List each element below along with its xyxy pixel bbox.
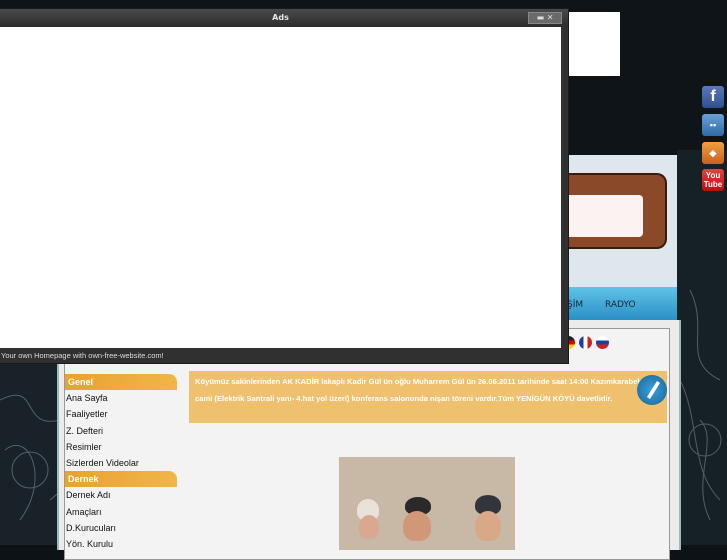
windows-live-icon[interactable]: ◆ — [702, 142, 724, 164]
ads-window: Ads ▬ ✕ Your own Homepage with own-free-… — [0, 8, 569, 364]
sidebar-item-resimler[interactable]: Resimler — [65, 439, 177, 455]
person-face — [359, 515, 379, 539]
person-face — [475, 511, 501, 541]
sidebar-item-faaliyetler[interactable]: Faaliyetler — [65, 406, 177, 422]
facebook-icon[interactable]: f — [702, 86, 724, 108]
sidebar-item-videolar[interactable]: Sizlerden Videolar — [65, 455, 177, 471]
nav-item-sim[interactable]: ŞİM — [567, 300, 583, 310]
myspace-icon[interactable]: ▪▪ — [702, 114, 724, 136]
sidebar: Genel Ana Sayfa Faaliyetler Z. Defteri R… — [65, 374, 177, 553]
white-panel — [566, 12, 620, 76]
person-face — [403, 511, 431, 541]
sidebar-item-kuruculari[interactable]: D.Kurucuları — [65, 520, 177, 536]
ads-content[interactable] — [0, 27, 561, 348]
window-controls[interactable]: ▬ ✕ — [528, 12, 562, 24]
ads-footer-link[interactable]: Your own Homepage with own-free-website.… — [0, 349, 568, 363]
news-photo[interactable] — [339, 457, 515, 550]
nav-bar: ŞİM RADYO — [565, 287, 677, 320]
sign-panel — [565, 195, 643, 237]
announcement: Köyümüz sakinlerinden AK KADİR lakaplı K… — [189, 371, 667, 423]
russian-flag-icon[interactable] — [595, 336, 609, 349]
french-flag-icon[interactable] — [578, 336, 592, 349]
pencil-icon — [637, 375, 667, 405]
sidebar-item-amaclari[interactable]: Amaçları — [65, 504, 177, 520]
sidebar-section-dernek: Dernek — [65, 471, 177, 488]
ads-window-title: Ads — [0, 9, 568, 27]
sidebar-section-genel: Genel — [65, 374, 177, 390]
header-banner — [565, 155, 677, 287]
youtube-label-1: You — [705, 171, 721, 180]
language-flags — [562, 336, 610, 349]
nav-item-radyo[interactable]: RADYO — [605, 300, 636, 310]
sidebar-item-z-defteri[interactable]: Z. Defteri — [65, 423, 177, 439]
youtube-label-2: Tube — [703, 180, 723, 189]
sidebar-item-ana-sayfa[interactable]: Ana Sayfa — [65, 390, 177, 406]
sidebar-item-dernek-adi[interactable]: Dernek Adı — [65, 487, 177, 503]
youtube-icon[interactable]: You Tube — [702, 169, 724, 191]
